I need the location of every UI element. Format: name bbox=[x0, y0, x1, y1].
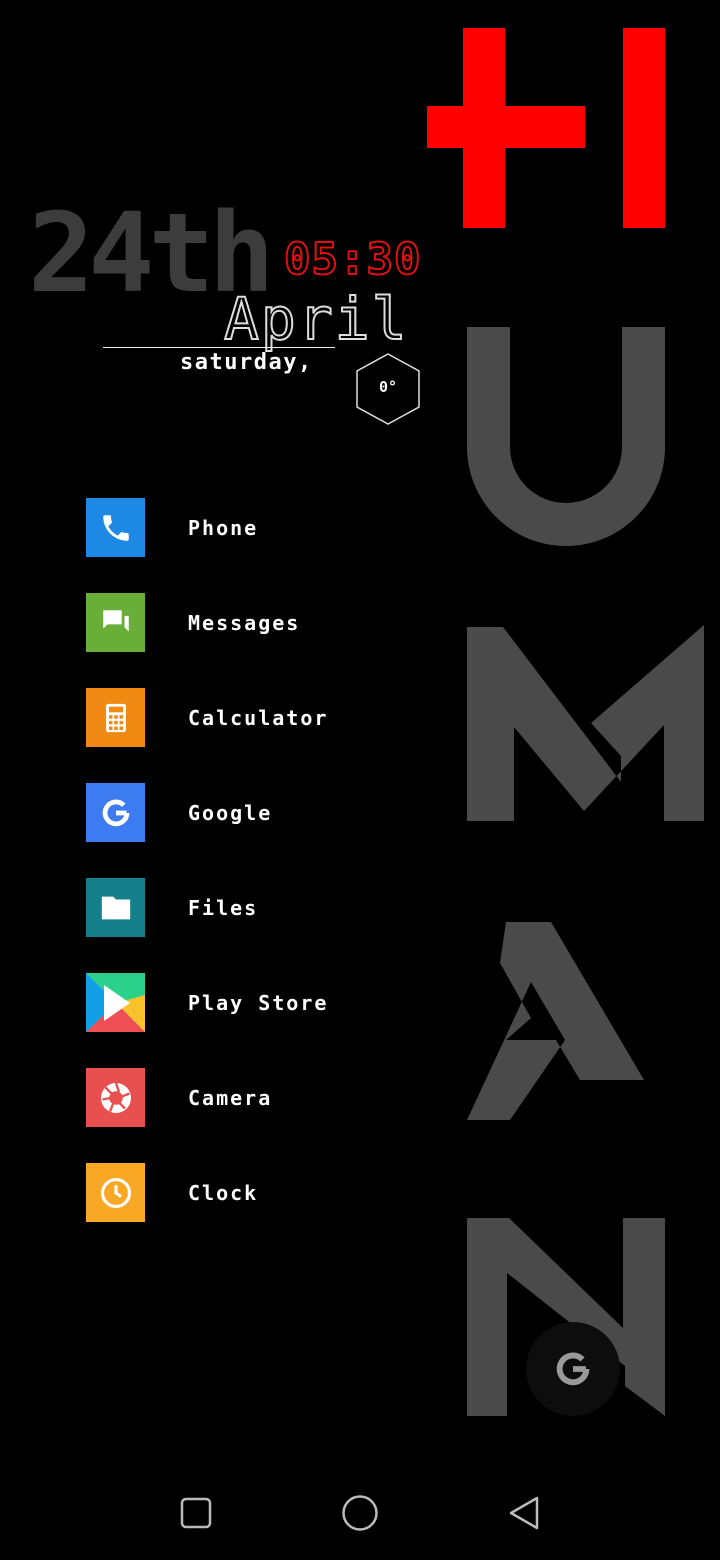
play-store-icon bbox=[86, 973, 145, 1032]
app-camera[interactable]: Camera bbox=[86, 1068, 406, 1127]
camera-icon bbox=[86, 1068, 145, 1127]
time-display: 05:30 bbox=[283, 234, 422, 285]
app-play-store[interactable]: Play Store bbox=[86, 973, 406, 1032]
phone-icon bbox=[86, 498, 145, 557]
app-clock[interactable]: Clock bbox=[86, 1163, 406, 1222]
widget-divider bbox=[103, 347, 335, 348]
month-label: April bbox=[223, 285, 409, 353]
wallpaper-letter-a bbox=[467, 922, 644, 1120]
home-button[interactable] bbox=[330, 1483, 390, 1543]
clock-icon bbox=[86, 1163, 145, 1222]
app-label: Clock bbox=[188, 1180, 259, 1205]
calculator-icon bbox=[86, 688, 145, 747]
triangle-back-icon bbox=[509, 1496, 539, 1530]
wallpaper-letter-m bbox=[467, 625, 704, 821]
app-label: Play Store bbox=[188, 990, 329, 1015]
google-search-icon bbox=[556, 1352, 590, 1386]
folder-icon bbox=[86, 878, 145, 937]
app-calculator[interactable]: Calculator bbox=[86, 688, 406, 747]
square-icon bbox=[180, 1497, 212, 1529]
app-list: Phone Messages Calculator Google Files P… bbox=[86, 498, 406, 1258]
app-label: Calculator bbox=[188, 705, 329, 730]
app-label: Google bbox=[188, 800, 273, 825]
app-label: Camera bbox=[188, 1085, 273, 1110]
recents-button[interactable] bbox=[166, 1483, 226, 1543]
circle-icon bbox=[342, 1495, 378, 1531]
temperature-label: 0° bbox=[378, 378, 398, 396]
back-button[interactable] bbox=[494, 1483, 554, 1543]
messages-icon bbox=[86, 593, 145, 652]
app-google[interactable]: Google bbox=[86, 783, 406, 842]
weekday-label: saturday, bbox=[180, 350, 313, 375]
app-files[interactable]: Files bbox=[86, 878, 406, 937]
app-label: Messages bbox=[188, 610, 301, 635]
navigation-bar bbox=[0, 1465, 720, 1560]
app-phone[interactable]: Phone bbox=[86, 498, 406, 557]
google-icon bbox=[86, 783, 145, 842]
app-label: Phone bbox=[188, 515, 259, 540]
app-label: Files bbox=[188, 895, 259, 920]
google-search-button[interactable] bbox=[526, 1322, 620, 1416]
clock-widget[interactable]: 24th 05:30 April saturday, 0° bbox=[0, 0, 720, 460]
app-messages[interactable]: Messages bbox=[86, 593, 406, 652]
